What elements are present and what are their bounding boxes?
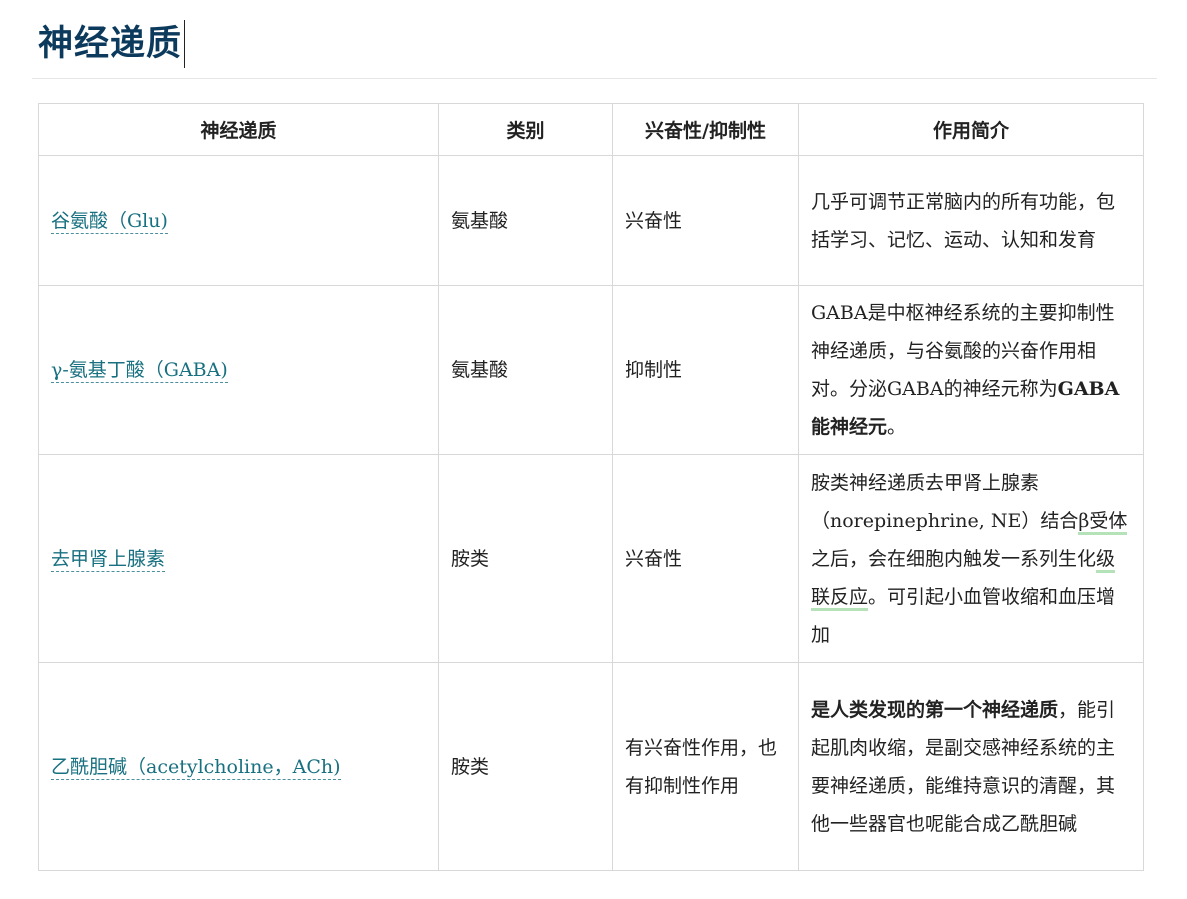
- name-cell: 去甲肾上腺素: [38, 454, 439, 663]
- neurotransmitter-table: 神经递质 类别 兴奋性/抑制性 作用简介 谷氨酸（Glu) 氨基酸 兴奋性 几乎…: [38, 103, 1144, 871]
- table-row: 乙酰胆碱（acetylcholine，ACh) 胺类 有兴奋性作用，也有抑制性作…: [38, 662, 1144, 871]
- table-row: 去甲肾上腺素 胺类 兴奋性 胺类神经递质去甲肾上腺素（norepinephrin…: [38, 454, 1144, 663]
- text-cursor: [184, 20, 186, 68]
- article-page: 神经递质 神经递质 类别 兴奋性/抑制性 作用简介 谷氨酸（Glu) 氨基酸 兴…: [0, 0, 1187, 899]
- summary-text-end: 。: [887, 416, 907, 438]
- norepinephrine-link[interactable]: 去甲肾上腺素: [51, 547, 166, 572]
- summary-bold: 是人类发现的第一个神经递质: [811, 698, 1059, 721]
- category-cell: 氨基酸: [438, 285, 613, 455]
- name-cell: 乙酰胆碱（acetylcholine，ACh): [38, 662, 439, 871]
- header-category: 类别: [438, 103, 613, 156]
- summary-text: 胺类神经递质去甲肾上腺素（norepinephrine, NE）结合: [811, 471, 1079, 532]
- glutamate-link[interactable]: 谷氨酸（Glu): [51, 209, 168, 234]
- summary-cell: 胺类神经递质去甲肾上腺素（norepinephrine, NE）结合β受体之后，…: [798, 454, 1144, 663]
- title-area[interactable]: 神经递质: [38, 18, 186, 70]
- name-cell: 谷氨酸（Glu): [38, 155, 439, 286]
- summary-text: 几乎可调节正常脑内的所有功能，包括学习、记忆、运动、认知和发育: [811, 190, 1116, 251]
- header-effect: 兴奋性/抑制性: [612, 103, 799, 156]
- title-divider: [32, 78, 1157, 79]
- table-header-row: 神经递质 类别 兴奋性/抑制性 作用简介: [38, 103, 1144, 156]
- name-cell: γ-氨基丁酸（GABA): [38, 285, 439, 455]
- header-summary: 作用简介: [798, 103, 1144, 156]
- effect-cell: 有兴奋性作用，也有抑制性作用: [612, 662, 799, 871]
- page-title: 神经递质: [38, 24, 183, 64]
- effect-cell: 兴奋性: [612, 155, 799, 286]
- beta-receptor-link[interactable]: β受体: [1078, 509, 1128, 535]
- header-neurotransmitter: 神经递质: [38, 103, 439, 156]
- acetylcholine-link[interactable]: 乙酰胆碱（acetylcholine，ACh): [51, 755, 341, 780]
- summary-cell: 几乎可调节正常脑内的所有功能，包括学习、记忆、运动、认知和发育: [798, 155, 1144, 286]
- gaba-link[interactable]: γ-氨基丁酸（GABA): [51, 359, 228, 383]
- summary-cell: 是人类发现的第一个神经递质，能引起肌肉收缩，是副交感神经系统的主要神经递质，能维…: [798, 662, 1144, 871]
- effect-cell: 兴奋性: [612, 454, 799, 663]
- category-cell: 胺类: [438, 662, 613, 871]
- table-row: 谷氨酸（Glu) 氨基酸 兴奋性 几乎可调节正常脑内的所有功能，包括学习、记忆、…: [38, 155, 1144, 286]
- category-cell: 胺类: [438, 454, 613, 663]
- category-cell: 氨基酸: [438, 155, 613, 286]
- summary-cell: GABA是中枢神经系统的主要抑制性神经递质，与谷氨酸的兴奋作用相对。分泌GABA…: [798, 285, 1144, 455]
- table-row: γ-氨基丁酸（GABA) 氨基酸 抑制性 GABA是中枢神经系统的主要抑制性神经…: [38, 285, 1144, 455]
- summary-text-mid: 之后，会在细胞内触发一系列生化: [811, 547, 1097, 570]
- effect-cell: 抑制性: [612, 285, 799, 455]
